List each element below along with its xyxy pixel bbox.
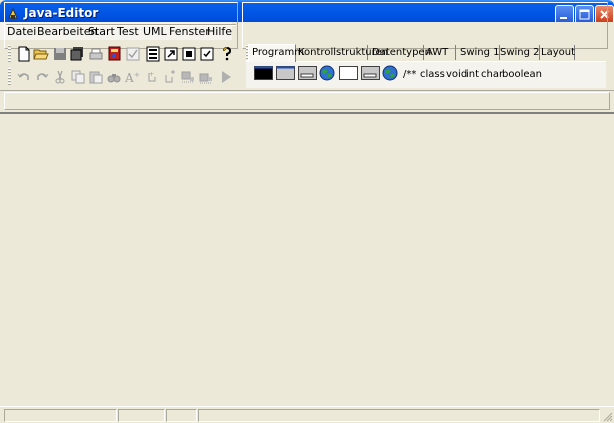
component-palette: [242, 2, 608, 49]
export-icon[interactable]: [181, 46, 197, 62]
tab-datentypen[interactable]: Datentypen: [369, 45, 431, 60]
panel-icon[interactable]: [361, 66, 380, 80]
applet-icon[interactable]: [319, 65, 335, 81]
window-icon[interactable]: [339, 66, 358, 80]
print-icon[interactable]: [88, 46, 104, 62]
open-folder-icon[interactable]: [33, 46, 49, 62]
help-icon[interactable]: [219, 46, 235, 62]
redo-icon[interactable]: [34, 69, 50, 85]
tool-b-icon[interactable]: [162, 69, 178, 85]
svg-text:A: A: [124, 71, 134, 85]
keyword-char[interactable]: char: [481, 69, 503, 80]
size-grip-icon[interactable]: [601, 410, 613, 422]
toolbar-grip[interactable]: [8, 68, 11, 85]
keyword-boolean[interactable]: boolean: [502, 69, 542, 80]
frame-icon[interactable]: [276, 66, 295, 80]
dialog-icon[interactable]: [298, 66, 317, 80]
tab-layout[interactable]: Layout: [538, 45, 575, 60]
save-icon[interactable]: [52, 46, 68, 62]
checklist-icon[interactable]: [199, 46, 215, 62]
save-all-icon[interactable]: [69, 46, 85, 62]
status-bar: [0, 406, 614, 423]
status-panel: [118, 409, 165, 422]
tab-awt[interactable]: AWT: [423, 45, 456, 60]
undo-icon[interactable]: [16, 69, 32, 85]
tool-d-icon[interactable]: [198, 69, 214, 85]
tab-kontrollstrukturen[interactable]: Kontrollstrukturen: [295, 45, 388, 60]
keyword-javadoc[interactable]: /**: [403, 69, 416, 80]
applet-globe-icon[interactable]: [382, 65, 398, 81]
cut-icon[interactable]: [52, 69, 68, 85]
tool-c-icon[interactable]: [180, 69, 196, 85]
play-icon[interactable]: [218, 69, 234, 85]
toolbar-grip[interactable]: [8, 45, 11, 62]
keyword-int[interactable]: int: [466, 69, 479, 80]
tab-swing-2[interactable]: Swing 2: [497, 45, 540, 60]
tool-a-icon[interactable]: +: [144, 69, 160, 85]
tab-swing-1[interactable]: Swing 1: [457, 45, 500, 60]
editor-tab-strip: [4, 92, 610, 110]
svg-text:+: +: [134, 71, 140, 79]
console-app-icon[interactable]: [254, 66, 273, 80]
compile-icon[interactable]: [107, 45, 123, 61]
status-panel: [198, 409, 600, 422]
run-browser-icon[interactable]: [145, 46, 161, 62]
tab-programm[interactable]: Programm: [248, 44, 304, 62]
keyword-class[interactable]: class: [420, 69, 445, 80]
keyword-void[interactable]: void: [446, 69, 467, 80]
svg-text:+: +: [149, 71, 154, 78]
font-icon[interactable]: A +: [124, 69, 140, 85]
status-panel: [4, 409, 117, 422]
editor-client-area[interactable]: [0, 112, 614, 406]
run-icon[interactable]: [163, 46, 179, 62]
paste-icon[interactable]: [88, 69, 104, 85]
new-file-icon[interactable]: [16, 46, 32, 62]
check-icon[interactable]: [125, 46, 141, 62]
find-icon[interactable]: [106, 69, 122, 85]
status-panel: [166, 409, 197, 422]
copy-icon[interactable]: [70, 69, 86, 85]
